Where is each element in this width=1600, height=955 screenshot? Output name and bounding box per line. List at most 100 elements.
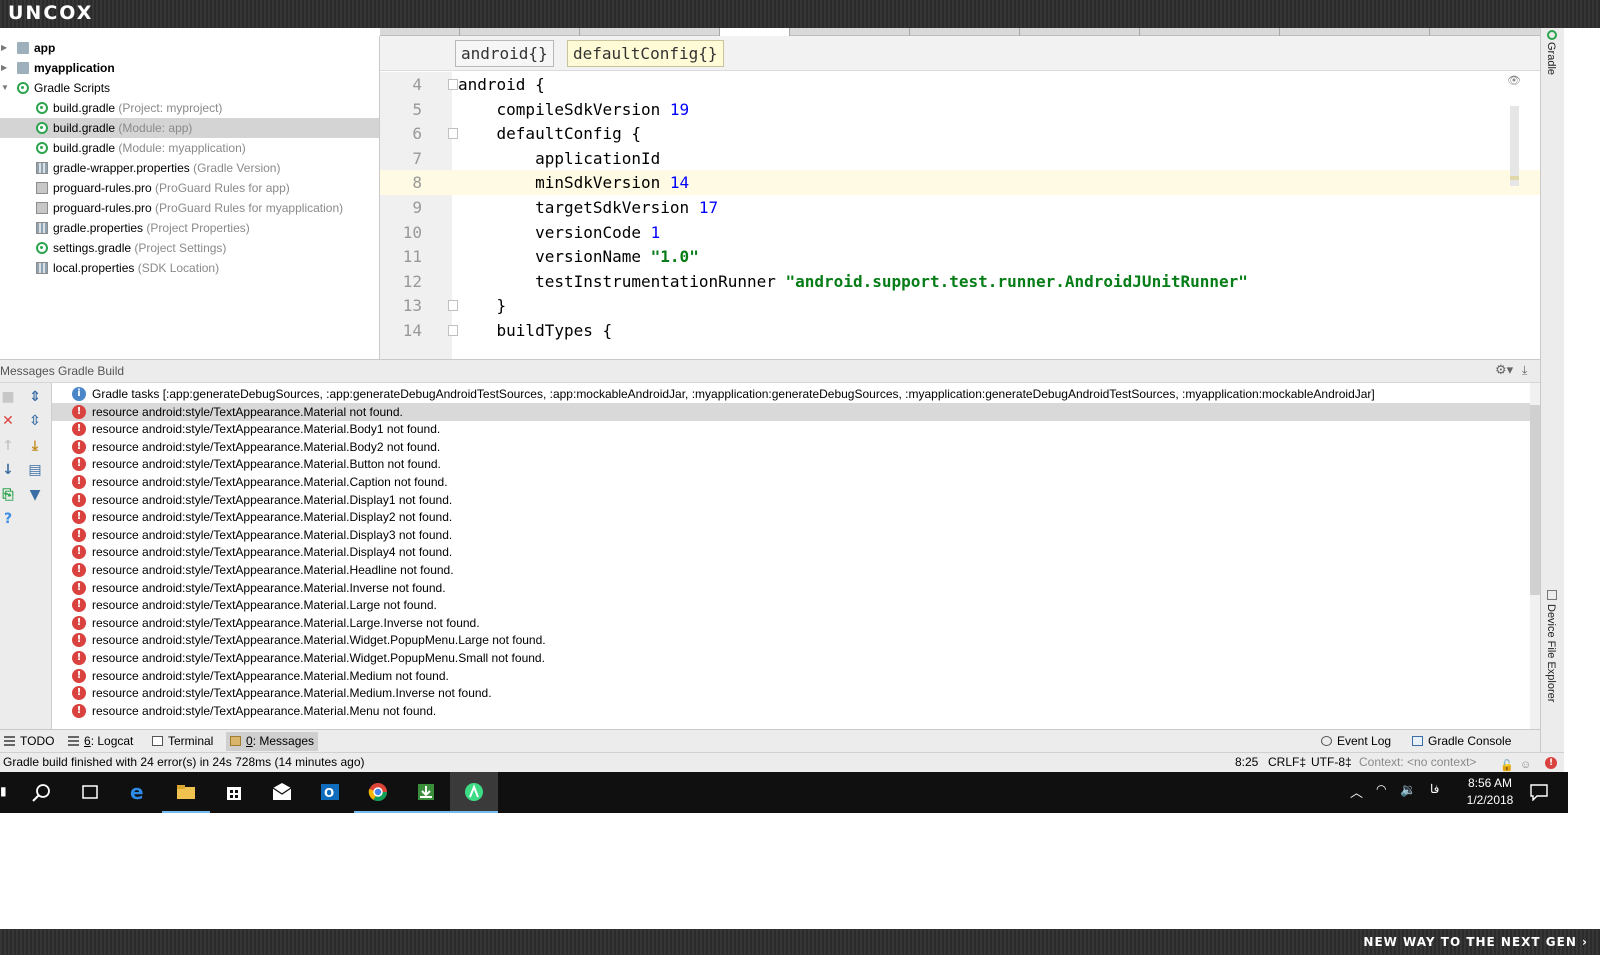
error-message-row[interactable]: ! resource android:style/TextAppearance.M… xyxy=(52,508,1530,526)
taskbar-button-mail[interactable] xyxy=(258,772,306,813)
error-message-row[interactable]: ! resource android:style/TextAppearance.M… xyxy=(52,667,1530,685)
tree-item[interactable]: ▼ Gradle Scripts xyxy=(0,78,379,98)
chevron-up-icon[interactable]: ︿ xyxy=(1350,782,1363,801)
tree-item[interactable]: ▶ app xyxy=(0,38,379,58)
tree-item[interactable]: proguard-rules.pro (ProGuard Rules for m… xyxy=(0,198,379,218)
fold-marker-icon[interactable] xyxy=(448,128,458,140)
stop-icon[interactable]: ■ xyxy=(0,389,16,405)
wifi-icon[interactable]: ◠ xyxy=(1376,782,1386,796)
code-line[interactable]: 4 android { xyxy=(380,72,1540,97)
context-indicator[interactable]: Context: <no context> xyxy=(1359,753,1476,772)
editor-tab[interactable] xyxy=(1020,28,1140,36)
error-message-row[interactable]: ! resource android:style/TextAppearance.M… xyxy=(52,420,1530,438)
tree-item[interactable]: build.gradle (Project: myproject) xyxy=(0,98,379,118)
line-separator[interactable]: CRLF‡ xyxy=(1268,753,1306,772)
code-line[interactable]: 10 versionCode 1 xyxy=(380,220,1540,245)
export-icon[interactable]: ⤓ xyxy=(27,438,43,454)
editor-tab[interactable] xyxy=(910,28,1020,36)
tree-item[interactable]: local.properties (SDK Location) xyxy=(0,258,379,278)
tab-terminal[interactable]: Terminal xyxy=(148,732,217,751)
error-message-row[interactable]: ! resource android:style/TextAppearance.M… xyxy=(52,526,1530,544)
close-icon[interactable]: ✕ xyxy=(0,413,16,429)
editor-tab[interactable] xyxy=(460,28,580,36)
messages-scrollbar-thumb[interactable] xyxy=(1530,405,1540,595)
code-editor[interactable]: android{} defaultConfig{} 4 android {5 co… xyxy=(380,36,1540,359)
code-line[interactable]: 9 targetSdkVersion 17 xyxy=(380,195,1540,220)
chevron-right-icon[interactable]: ▶ xyxy=(1,38,7,58)
gradle-tool-tab[interactable]: Gradle xyxy=(1545,42,1557,75)
error-message-row[interactable]: ! resource android:style/TextAppearance.M… xyxy=(52,455,1530,473)
error-message-row[interactable]: ! resource android:style/TextAppearance.M… xyxy=(52,491,1530,509)
preview-icon[interactable]: ▤ xyxy=(27,462,43,478)
taskbar-button-task-view[interactable] xyxy=(66,772,114,813)
error-message-row[interactable]: ! resource android:style/TextAppearance.M… xyxy=(52,631,1530,649)
code-line[interactable]: 14 buildTypes { xyxy=(380,318,1540,343)
code-line[interactable]: 11 versionName "1.0" xyxy=(380,244,1540,269)
editor-tab[interactable] xyxy=(380,28,460,36)
file-encoding[interactable]: UTF-8‡ xyxy=(1311,753,1352,772)
tree-item[interactable]: build.gradle (Module: myapplication) xyxy=(0,138,379,158)
tree-item[interactable]: ▶ myapplication xyxy=(0,58,379,78)
error-message-row[interactable]: ! resource android:style/TextAppearance.M… xyxy=(52,543,1530,561)
collapse-all-icon[interactable]: ⇳ xyxy=(27,413,43,429)
fold-marker-icon[interactable] xyxy=(448,325,458,336)
system-clock[interactable]: 8:56 AM 1/2/2018 xyxy=(1450,775,1530,809)
error-message-row[interactable]: ! resource android:style/TextAppearance.M… xyxy=(52,579,1530,597)
error-message-row[interactable]: ! resource android:style/TextAppearance.M… xyxy=(52,473,1530,491)
info-message-row[interactable]: i Gradle tasks [:app:generateDebugSources… xyxy=(52,385,1530,403)
chevron-down-icon[interactable]: ▼ xyxy=(1,78,9,98)
taskbar-button-outlook[interactable]: O xyxy=(306,772,354,813)
taskbar-button-file-explorer[interactable] xyxy=(162,772,210,813)
taskbar-button-store[interactable] xyxy=(210,772,258,813)
tab-messages[interactable]: 0: Messages xyxy=(226,732,319,751)
gear-icon[interactable]: ⚙▾ xyxy=(1495,363,1513,378)
error-message-row[interactable]: ! resource android:style/TextAppearance.M… xyxy=(52,438,1530,456)
tab-event-log[interactable]: Event Log xyxy=(1317,732,1395,751)
tree-item[interactable]: settings.gradle (Project Settings) xyxy=(0,238,379,258)
error-indicator-icon[interactable]: ! xyxy=(1545,757,1557,769)
code-line[interactable]: 6 defaultConfig { xyxy=(380,121,1540,146)
chevron-right-icon[interactable]: ▶ xyxy=(1,58,7,78)
editor-scrollbar[interactable] xyxy=(1510,106,1519,186)
previous-icon[interactable]: ↑ xyxy=(0,438,16,454)
volume-icon[interactable]: 🔉 xyxy=(1400,782,1416,798)
status-message[interactable]: Gradle build finished with 24 error(s) i… xyxy=(3,753,365,772)
tree-item[interactable]: build.gradle (Module: app) xyxy=(0,118,379,138)
next-icon[interactable]: ↓ xyxy=(0,462,16,478)
tab-gradle-console[interactable]: Gradle Console xyxy=(1408,732,1515,751)
eye-icon[interactable]: 👁 xyxy=(1507,74,1521,87)
caret-position[interactable]: 8:25 xyxy=(1235,753,1258,772)
tab-logcat[interactable]: 6: Logcat xyxy=(64,732,137,751)
tree-item[interactable]: gradle.properties (Project Properties) xyxy=(0,218,379,238)
help-icon[interactable]: ? xyxy=(0,511,16,527)
tab-todo[interactable]: TODO xyxy=(0,732,58,751)
editor-tab[interactable] xyxy=(1280,28,1430,36)
code-line[interactable]: 13 } xyxy=(380,293,1540,318)
code-line[interactable]: 7 applicationId xyxy=(380,146,1540,171)
search-icon[interactable] xyxy=(32,783,52,803)
start-icon[interactable]: ▮ xyxy=(0,784,7,798)
editor-tab-active[interactable] xyxy=(720,28,790,36)
breadcrumb-android[interactable]: android{} xyxy=(455,40,554,67)
error-message-row[interactable]: ! resource android:style/TextAppearance.M… xyxy=(52,684,1530,702)
editor-tab[interactable] xyxy=(1140,28,1280,36)
code-line[interactable]: 5 compileSdkVersion 19 xyxy=(380,97,1540,122)
error-message-row[interactable]: ! resource android:style/TextAppearance.M… xyxy=(52,561,1530,579)
editor-tab[interactable] xyxy=(580,28,720,36)
expand-all-icon[interactable]: ⇕ xyxy=(27,389,43,405)
device-file-explorer-tab[interactable]: Device File Explorer xyxy=(1545,604,1557,702)
code-line[interactable]: 12 testInstrumentationRunner "android.su… xyxy=(380,269,1540,294)
taskbar-button-chrome[interactable] xyxy=(354,772,402,813)
taskbar-button-android-studio[interactable] xyxy=(450,772,498,813)
error-message-row[interactable]: ! resource android:style/TextAppearance.M… xyxy=(52,649,1530,667)
action-center-icon[interactable] xyxy=(1530,784,1548,801)
filter-icon[interactable]: ▼ xyxy=(27,487,43,503)
tree-item[interactable]: proguard-rules.pro (ProGuard Rules for a… xyxy=(0,178,379,198)
input-language[interactable]: فا xyxy=(1430,782,1439,796)
tree-item[interactable]: gradle-wrapper.properties (Gradle Versio… xyxy=(0,158,379,178)
fold-marker-icon[interactable] xyxy=(448,79,458,90)
taskbar-button-downloader[interactable] xyxy=(402,772,450,813)
error-message-row[interactable]: ! resource android:style/TextAppearance.M… xyxy=(52,702,1530,720)
breadcrumb-defaultconfig[interactable]: defaultConfig{} xyxy=(567,40,724,67)
taskbar-button-edge[interactable]: e xyxy=(114,772,162,813)
